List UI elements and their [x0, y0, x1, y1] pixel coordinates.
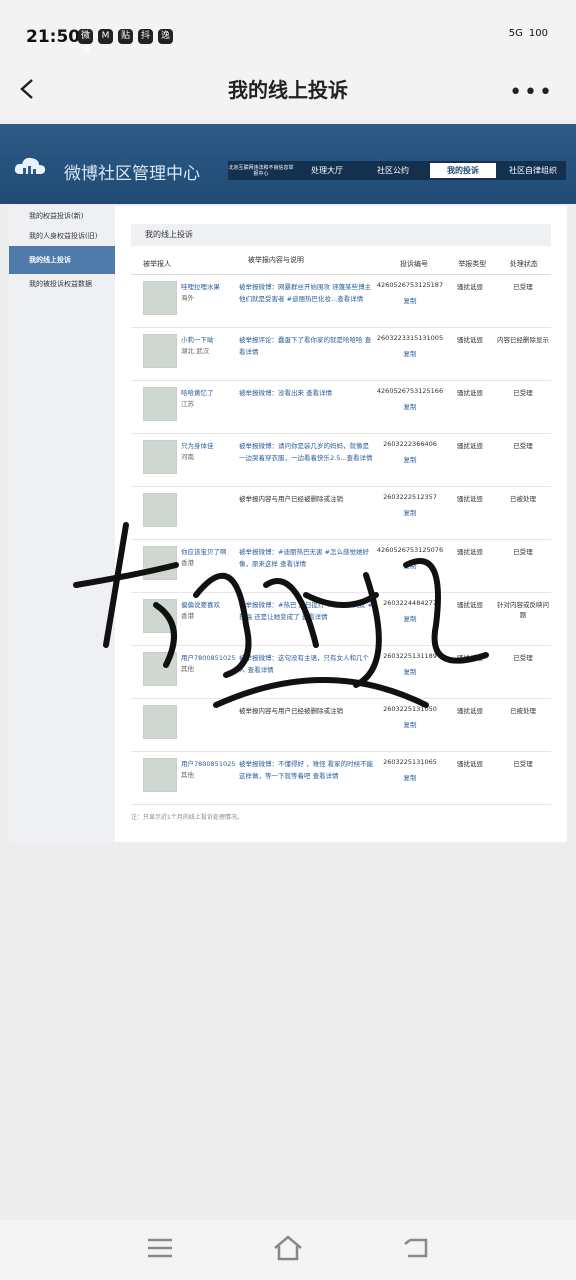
nav-self-discipline[interactable]: 社区自律组织: [500, 165, 566, 176]
complaint-id: 2603222512357: [383, 493, 437, 501]
copy-button[interactable]: 复制: [375, 454, 445, 464]
system-nav-bar: [0, 1220, 576, 1280]
more-icon[interactable]: •••: [509, 80, 554, 105]
nav-my-complaints[interactable]: 我的投诉: [430, 163, 496, 178]
complaint-id: 4260526753125166: [376, 387, 444, 395]
content-title: 我的线上投诉: [131, 224, 551, 246]
complaint-status: 内容已经删除显示: [497, 336, 549, 344]
sidebar-item-complained[interactable]: 我的被投诉权益数据: [9, 274, 115, 294]
douyin-app-icon: 抖: [138, 29, 153, 44]
copy-button[interactable]: 复制: [375, 772, 445, 782]
nav-report-center[interactable]: 北京互联网违法和不良信息举报中心: [228, 165, 294, 177]
complaint-type: 骚扰诋毁: [457, 283, 483, 291]
complaint-status: 已受理: [513, 389, 533, 397]
col-id: 投诉编号: [400, 260, 429, 268]
user-name[interactable]: 小莉一下呦: [181, 334, 214, 344]
complaint-status: 已受理: [513, 442, 533, 450]
header-nav: 北京互联网违法和不良信息举报中心 处理大厅 社区公约 我的投诉 社区自律组织: [228, 161, 566, 180]
complaint-description[interactable]: 被举报微博：没看出来 查看详情: [239, 381, 375, 433]
sidebar-item-online[interactable]: 我的线上投诉: [9, 246, 115, 274]
status-time: 21:50: [26, 27, 81, 47]
user-name[interactable]: 只为身体佳: [181, 440, 214, 450]
complaint-type: 骚扰诋毁: [457, 442, 483, 450]
battery-label: 100: [528, 28, 548, 39]
table-row: 哈哈黄忆了江苏 被举报微博：没看出来 查看详情 4260526753125166 复制…: [131, 381, 551, 434]
user-name[interactable]: 哈哈黄忆了: [181, 387, 214, 397]
home-icon[interactable]: [272, 1234, 304, 1262]
user-location: 河南: [181, 453, 194, 461]
col-type: 举报类型: [458, 260, 487, 268]
back-nav-icon[interactable]: [402, 1236, 430, 1260]
tieba-app-icon: 贴: [118, 29, 133, 44]
m-app-icon: M: [98, 29, 113, 44]
user-location: 江苏: [181, 400, 194, 408]
copy-button[interactable]: 复制: [375, 348, 445, 358]
complaint-id: 2603223315131005: [376, 334, 444, 342]
sidebar-item-personal-old[interactable]: 我的人身权益投诉(旧): [9, 226, 115, 246]
handwritten-signature: [73, 522, 489, 708]
status-apps: 微博 M 贴 抖 逸: [78, 29, 173, 56]
complaint-description[interactable]: 被举报微博：请问你是装几岁的妈妈，就像是一边哭着穿衣服，一边看着快乐2.5...…: [239, 434, 375, 486]
nav-convention[interactable]: 社区公约: [360, 165, 426, 176]
complaint-status: 已受理: [513, 283, 533, 291]
cloud-logo-icon: [14, 157, 46, 174]
avatar[interactable]: [143, 281, 177, 315]
site-header: 微博社区管理中心 北京互联网违法和不良信息举报中心 处理大厅 社区公约 我的投诉…: [0, 124, 576, 204]
status-bar: 21:50 微博 M 贴 抖 逸 5G 100: [0, 0, 576, 62]
avatar[interactable]: [143, 387, 177, 421]
site-name: 微博社区管理中心: [64, 164, 200, 184]
status-right: 5G 100: [509, 28, 548, 39]
user-location: 湖北 武汉: [181, 347, 210, 355]
complaint-description[interactable]: 被举报评论：蠢蛋下了看你家的就是哈哈哈 查看详情: [239, 328, 375, 380]
complaint-type: 骚扰诋毁: [457, 336, 483, 344]
col-content: 被举报内容与说明: [247, 256, 304, 264]
col-reported-user: 被举报人: [143, 260, 171, 268]
network-label: 5G: [508, 28, 523, 39]
user-name[interactable]: 哇哩拉哩水果: [181, 281, 220, 291]
footnote: 注：只显示近1个月的线上投诉处理情况。: [131, 814, 243, 821]
weibo-app-icon: 微博: [78, 29, 93, 56]
table-row: 小莉一下呦湖北 武汉 被举报评论：蠢蛋下了看你家的就是哈哈哈 查看详情 260322…: [131, 328, 551, 381]
table-header: 被举报人 被举报内容与说明 投诉编号 举报类型 处理状态: [131, 254, 551, 275]
table-row: 只为身体佳河南 被举报微博：请问你是装几岁的妈妈，就像是一边哭着穿衣服，一边看着快…: [131, 434, 551, 487]
col-status: 处理状态: [509, 260, 538, 268]
complaint-id: 2603222366406: [383, 440, 437, 448]
avatar[interactable]: [143, 440, 177, 474]
copy-button[interactable]: 复制: [375, 295, 445, 305]
nav-hall[interactable]: 处理大厅: [294, 165, 360, 176]
copy-button[interactable]: 复制: [375, 401, 445, 411]
complaint-type: 骚扰诋毁: [457, 389, 483, 397]
other-app-icon: 逸: [158, 29, 173, 44]
table-row: 哇哩拉哩水果 海外 被举报微博：网暴群丝开始围攻 诬蔑某些博主他们就是受害者 #迪丽…: [131, 275, 551, 328]
user-location: 海外: [181, 294, 194, 302]
sidebar-item-rights-new[interactable]: 我的权益投诉(新): [9, 206, 115, 226]
complaint-description[interactable]: 被举报微博：网暴群丝开始围攻 诬蔑某些博主他们就是受害者 #迪丽热巴化妆...查…: [239, 275, 375, 327]
nav-bar: 我的线上投诉 •••: [0, 62, 576, 120]
user-location: 其他: [181, 771, 194, 779]
menu-icon[interactable]: [146, 1236, 174, 1260]
page-title: 我的线上投诉: [228, 78, 348, 102]
avatar[interactable]: [143, 334, 177, 368]
complaint-id: 4260526753125187: [376, 281, 444, 289]
